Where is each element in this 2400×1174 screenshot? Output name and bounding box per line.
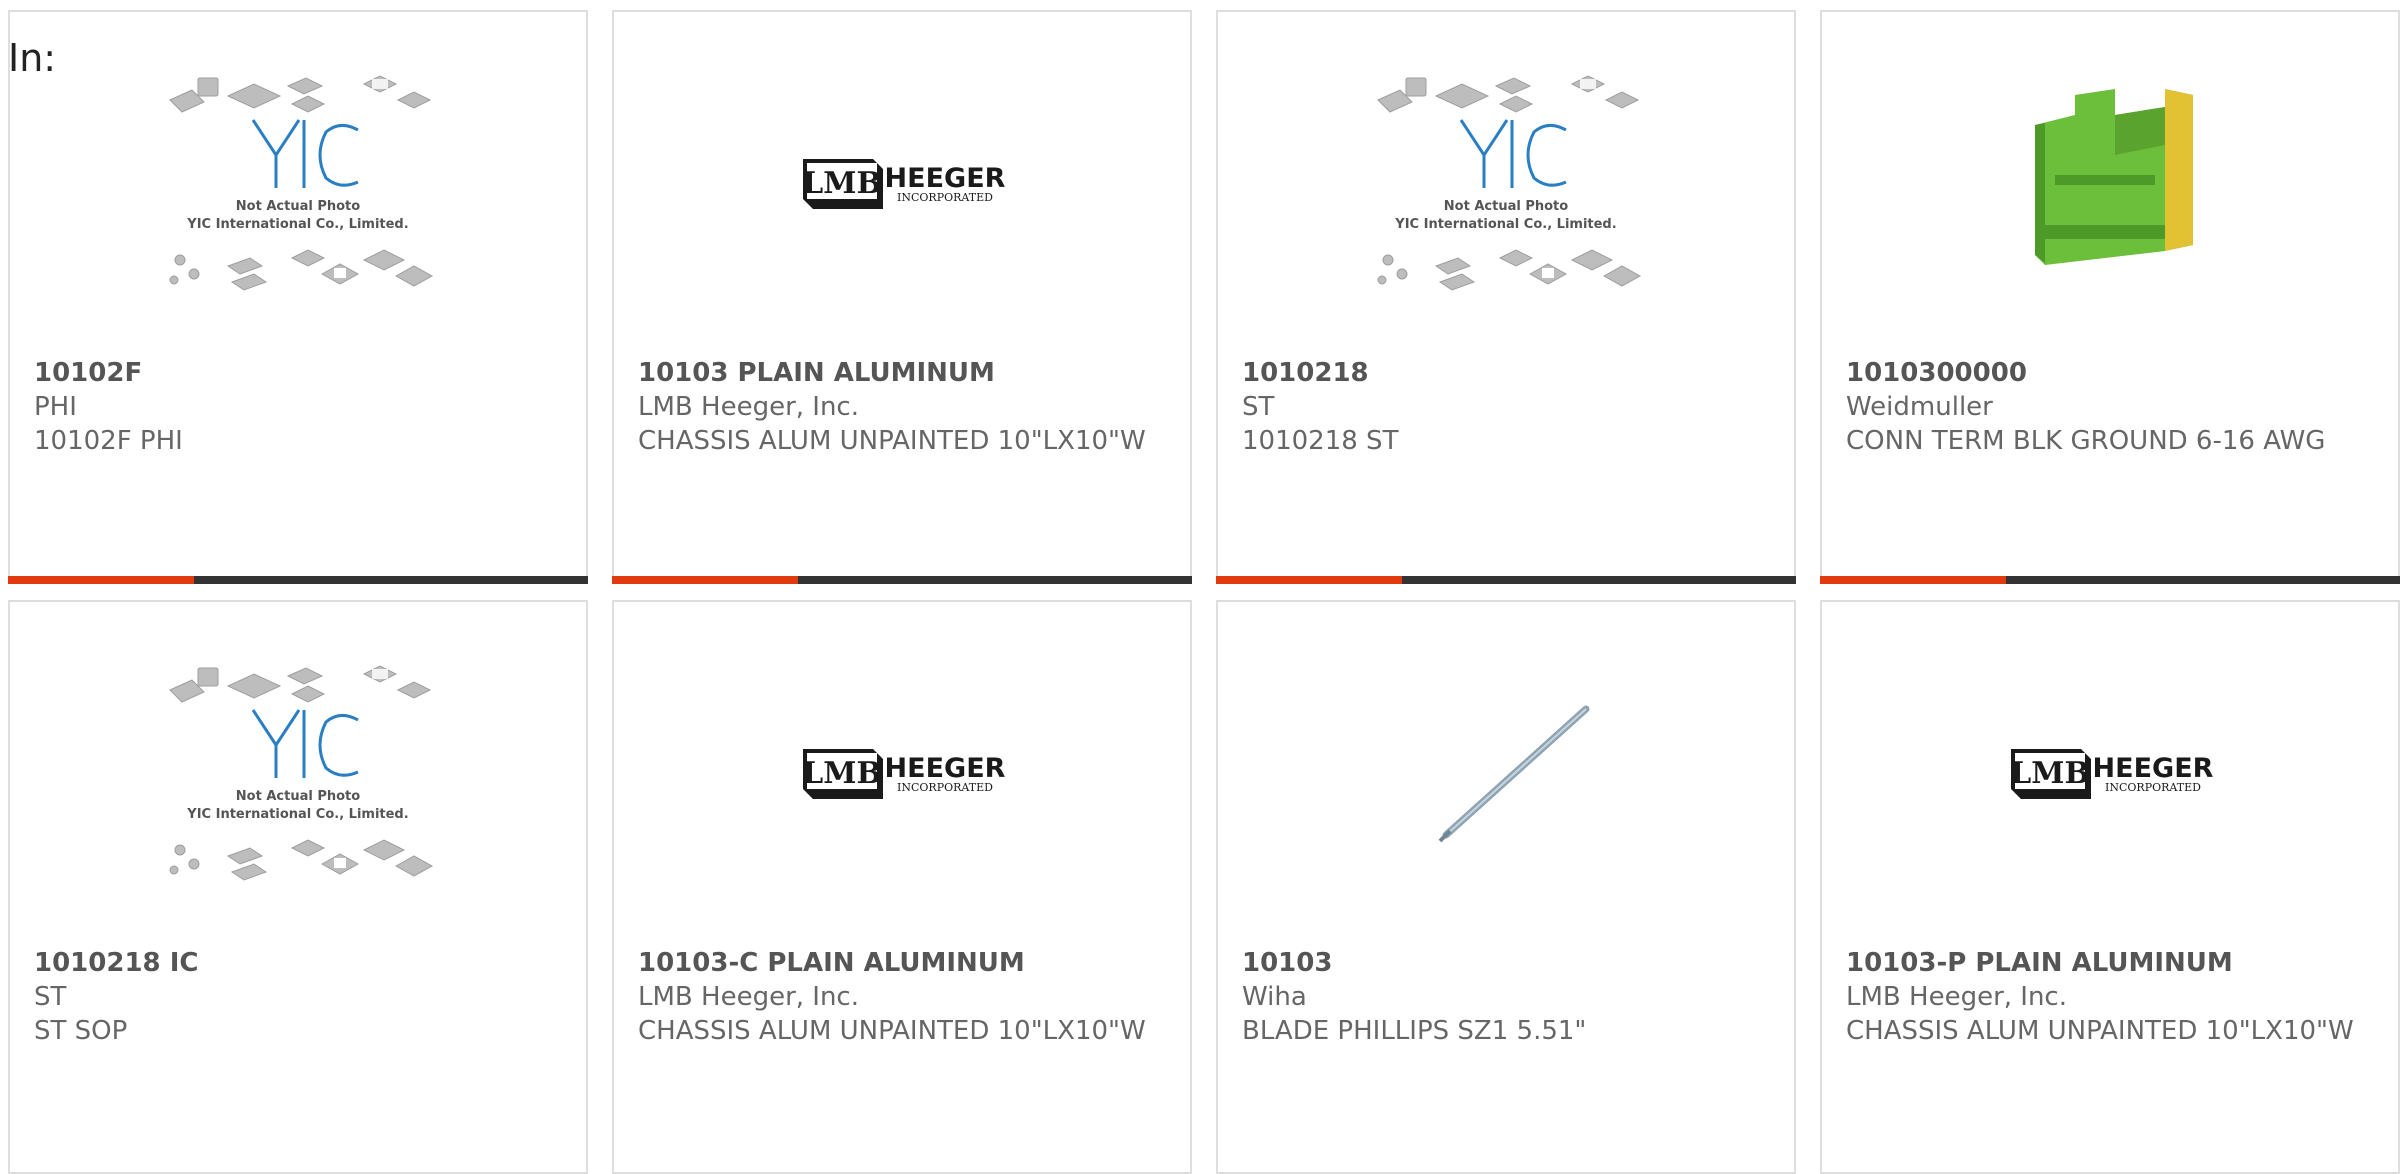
description: 1010218 ST bbox=[1242, 426, 1399, 456]
product-card[interactable]: 10103 Wiha BLADE PHILLIPS SZ1 5.51" bbox=[1216, 600, 1796, 1174]
not-actual-photo-line1: Not Actual Photo bbox=[236, 789, 360, 804]
not-actual-photo-line2: YIC International Co., Limited. bbox=[186, 217, 408, 232]
logo-heeger: HEEGER bbox=[885, 163, 1006, 194]
not-actual-photo-line1: Not Actual Photo bbox=[1444, 199, 1568, 214]
product-card[interactable]: 1010300000 Weidmuller CONN TERM BLK GROUND… bbox=[1820, 10, 2400, 584]
product-card[interactable]: Not Actual Photo YIC International Co., … bbox=[8, 600, 588, 1174]
manufacturer: LMB Heeger, Inc. bbox=[638, 982, 859, 1012]
not-actual-photo-image: Not Actual Photo YIC International Co., … bbox=[169, 74, 434, 291]
product-info: 1010218 IC ST ST SOP bbox=[34, 946, 562, 1048]
manufacturer: ST bbox=[34, 982, 67, 1012]
product-info: 1010218 ST 1010218 ST bbox=[1242, 356, 1770, 458]
lmb-heeger-logo: LMB HEEGER INCORPORATED bbox=[802, 748, 1006, 799]
lmb-heeger-logo: LMB HEEGER INCORPORATED bbox=[802, 158, 1006, 209]
progress-bar bbox=[1216, 576, 1796, 584]
logo-heeger: HEEGER bbox=[2093, 753, 2214, 784]
part-number[interactable]: 10103-P PLAIN ALUMINUM bbox=[1846, 946, 2374, 980]
product-image[interactable] bbox=[1822, 12, 2398, 357]
product-image[interactable]: Not Actual Photo YIC International Co., … bbox=[1218, 12, 1794, 357]
part-number[interactable]: 1010218 IC bbox=[34, 946, 562, 980]
product-info: 10103 Wiha BLADE PHILLIPS SZ1 5.51" bbox=[1242, 946, 1770, 1048]
product-info: 10103-P PLAIN ALUMINUM LMB Heeger, Inc. CH… bbox=[1846, 946, 2374, 1048]
manufacturer: ST bbox=[1242, 392, 1275, 422]
progress-bar bbox=[8, 576, 588, 584]
section-label: In: bbox=[8, 36, 57, 80]
part-number[interactable]: 1010300000 bbox=[1846, 356, 2374, 390]
product-image[interactable]: LMB HEEGER INCORPORATED bbox=[614, 602, 1190, 947]
not-actual-photo-image: Not Actual Photo YIC International Co., … bbox=[169, 664, 434, 881]
progress-fill bbox=[1820, 576, 2006, 584]
description: CHASSIS ALUM UNPAINTED 10"LX10"W bbox=[638, 426, 1146, 456]
manufacturer: LMB Heeger, Inc. bbox=[638, 392, 859, 422]
screwdriver-blade-image bbox=[1438, 705, 1590, 842]
description: BLADE PHILLIPS SZ1 5.51" bbox=[1242, 1016, 1587, 1046]
product-image[interactable]: LMB HEEGER INCORPORATED bbox=[614, 12, 1190, 357]
part-number[interactable]: 10102F bbox=[34, 356, 562, 390]
progress-bar bbox=[1820, 576, 2400, 584]
progress-fill bbox=[8, 576, 194, 584]
not-actual-photo-line1: Not Actual Photo bbox=[236, 199, 360, 214]
lmb-heeger-logo: LMB HEEGER INCORPORATED bbox=[2010, 748, 2214, 799]
product-card[interactable]: LMB HEEGER INCORPORATED 10103-P PLAIN AL… bbox=[1820, 600, 2400, 1174]
product-image[interactable]: Not Actual Photo YIC International Co., … bbox=[10, 12, 586, 357]
product-info: 10103-C PLAIN ALUMINUM LMB Heeger, Inc. CH… bbox=[638, 946, 1166, 1048]
manufacturer: PHI bbox=[34, 392, 77, 422]
logo-incorporated: INCORPORATED bbox=[897, 781, 993, 794]
description: CHASSIS ALUM UNPAINTED 10"LX10"W bbox=[638, 1016, 1146, 1046]
not-actual-photo-image: Not Actual Photo YIC International Co., … bbox=[1377, 74, 1642, 291]
manufacturer: Wiha bbox=[1242, 982, 1307, 1012]
description: ST SOP bbox=[34, 1016, 128, 1046]
logo-heeger: HEEGER bbox=[885, 753, 1006, 784]
logo-incorporated: INCORPORATED bbox=[2105, 781, 2201, 794]
product-info: 10102F PHI 10102F PHI bbox=[34, 356, 562, 458]
product-card[interactable]: Not Actual Photo YIC International Co., … bbox=[8, 10, 588, 584]
product-info: 10103 PLAIN ALUMINUM LMB Heeger, Inc. CHAS… bbox=[638, 356, 1166, 458]
product-info: 1010300000 Weidmuller CONN TERM BLK GROUND… bbox=[1846, 356, 2374, 458]
not-actual-photo-line2: YIC International Co., Limited. bbox=[1394, 217, 1616, 232]
part-number[interactable]: 1010218 bbox=[1242, 356, 1770, 390]
description: 10102F PHI bbox=[34, 426, 183, 456]
part-number[interactable]: 10103 PLAIN ALUMINUM bbox=[638, 356, 1166, 390]
terminal-block-image bbox=[2035, 88, 2193, 265]
part-number[interactable]: 10103-C PLAIN ALUMINUM bbox=[638, 946, 1166, 980]
product-image[interactable]: Not Actual Photo YIC International Co., … bbox=[10, 602, 586, 947]
manufacturer: Weidmuller bbox=[1846, 392, 1993, 422]
product-image[interactable] bbox=[1218, 602, 1794, 947]
manufacturer: LMB Heeger, Inc. bbox=[1846, 982, 2067, 1012]
logo-incorporated: INCORPORATED bbox=[897, 191, 993, 204]
not-actual-photo-line2: YIC International Co., Limited. bbox=[186, 807, 408, 822]
progress-bar bbox=[612, 576, 1192, 584]
logo-lmb: LMB bbox=[2010, 756, 2090, 791]
progress-fill bbox=[1216, 576, 1402, 584]
product-card[interactable]: LMB HEEGER INCORPORATED 10103-C PLAIN AL… bbox=[612, 600, 1192, 1174]
product-card[interactable]: Not Actual Photo YIC International Co., … bbox=[1216, 10, 1796, 584]
part-number[interactable]: 10103 bbox=[1242, 946, 1770, 980]
logo-lmb: LMB bbox=[802, 166, 882, 201]
product-image[interactable]: LMB HEEGER INCORPORATED bbox=[1822, 602, 2398, 947]
logo-lmb: LMB bbox=[802, 756, 882, 791]
product-card[interactable]: LMB HEEGER INCORPORATED 10103 PLAIN ALUM… bbox=[612, 10, 1192, 584]
description: CONN TERM BLK GROUND 6-16 AWG bbox=[1846, 426, 2326, 456]
progress-fill bbox=[612, 576, 798, 584]
description: CHASSIS ALUM UNPAINTED 10"LX10"W bbox=[1846, 1016, 2354, 1046]
